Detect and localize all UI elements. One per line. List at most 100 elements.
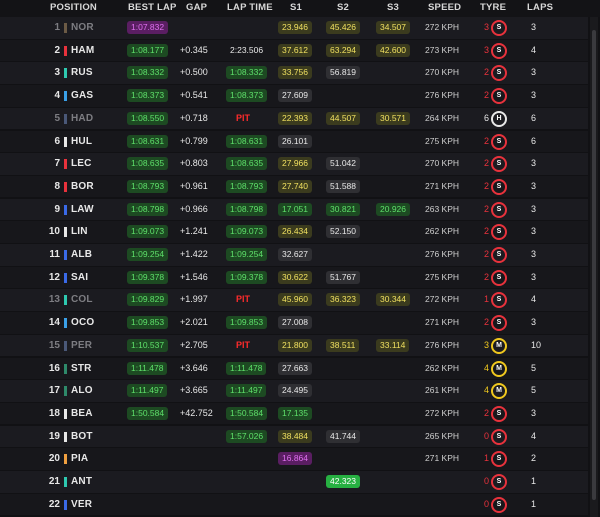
table-row[interactable]: 12 SAI 1:09.378 +1.546 1:09.378 30.622 51.767 2…: [0, 266, 588, 289]
sector-2-value: 36.323: [326, 293, 360, 307]
position-number: 19: [48, 430, 60, 442]
table-row[interactable]: 22 VER 0 S 1: [0, 493, 588, 516]
driver-code[interactable]: NOR: [71, 17, 94, 39]
tyre-laps: 4: [483, 362, 489, 373]
sector-2-value-cell: 41.744: [326, 429, 360, 443]
driver-code[interactable]: HAM: [71, 40, 94, 62]
sector-2-value: 52.150: [326, 225, 360, 239]
header-s3[interactable]: S3: [387, 2, 399, 13]
driver-code[interactable]: SAI: [71, 267, 88, 289]
sector-1-value-cell: 17.135: [278, 406, 312, 420]
driver-code[interactable]: STR: [71, 358, 92, 380]
table-row[interactable]: 18 BEA 1:50.584 +42.752 1:50.584 17.135 272 KP…: [0, 402, 588, 425]
driver-code[interactable]: LIN: [71, 221, 88, 243]
tyre-laps: 2: [483, 271, 489, 282]
driver-code[interactable]: VER: [71, 494, 92, 516]
best-lap-value-cell: 1:08.635: [127, 157, 169, 171]
sector-1-value: 27.609: [278, 89, 312, 103]
header-s1[interactable]: S1: [290, 2, 302, 13]
tyre-compound-icon: S: [491, 42, 507, 59]
lap-time-value-cell: 1:08.373: [226, 89, 268, 103]
driver-code[interactable]: PIA: [71, 448, 88, 470]
pit-indicator: PIT: [236, 339, 251, 350]
table-row[interactable]: 15 PER 1:10.537 +2.705 PIT 21.800 38.511 33.114…: [0, 334, 588, 357]
sector-2-value: 41.744: [326, 429, 360, 443]
team-color-bar: [64, 113, 67, 124]
table-row[interactable]: 5 HAD 1:08.550 +0.718 PIT 22.393 44.507 30.571 2…: [0, 107, 588, 130]
best-lap-value-cell: 1:08.550: [127, 111, 169, 125]
lap-time-value: 1:09.254: [226, 248, 268, 261]
driver-code[interactable]: ANT: [71, 471, 92, 493]
driver-code[interactable]: BEA: [71, 403, 93, 425]
tyre-laps: 1: [483, 453, 489, 464]
driver-code[interactable]: HAD: [71, 108, 93, 130]
lap-time-value: 1:08.631: [226, 134, 268, 148]
position-number: 20: [48, 453, 60, 465]
position-number: 22: [48, 498, 60, 510]
team-color-bar: [64, 431, 67, 442]
tyre-laps: 2: [483, 67, 489, 78]
header-speed[interactable]: SPEED: [428, 2, 461, 13]
best-lap-value: 1:08.631: [127, 134, 169, 148]
table-row[interactable]: 1 NOR 1:07.832 23.946 45.426 34.507 272 KPH 3 S 3: [0, 17, 588, 39]
gap-value: +0.961: [180, 180, 208, 191]
table-row[interactable]: 9 LAW 1:08.798 +0.966 1:08.798 17.051 30.821 20…: [0, 198, 588, 221]
driver-code[interactable]: BOT: [71, 426, 93, 448]
table-row[interactable]: 20 PIA 16.864 271 KPH 1 S 2: [0, 448, 588, 470]
best-lap-value: 1:08.550: [127, 111, 169, 125]
driver-code[interactable]: COL: [71, 289, 93, 311]
driver-code[interactable]: BOR: [71, 176, 94, 198]
driver-code[interactable]: LEC: [71, 153, 92, 175]
driver-code[interactable]: RUS: [71, 62, 93, 84]
best-lap-value: 1:08.332: [127, 66, 169, 80]
lap-time-value: 1:08.373: [226, 89, 268, 103]
speed-value: 276 KPH: [425, 339, 460, 350]
lap-time-value: 1:11.478: [226, 361, 267, 375]
tyre-compound-icon: S: [491, 133, 507, 150]
sector-1-value: 17.051: [278, 202, 312, 216]
header-lap-time[interactable]: LAP TIME: [227, 2, 273, 13]
table-row[interactable]: 19 BOT 1:57.026 38.484 41.744 265 KPH 0 S 4: [0, 425, 588, 448]
table-row[interactable]: 3 RUS 1:08.332 +0.500 1:08.332 33.756 56.819 27…: [0, 62, 588, 84]
sector-1-value: 21.800: [278, 338, 312, 352]
driver-code[interactable]: GAS: [71, 85, 93, 107]
table-row[interactable]: 17 ALO 1:11.497 +3.665 1:11.497 24.495 261 KPH…: [0, 380, 588, 402]
table-row[interactable]: 10 LIN 1:09.073 +1.241 1:09.073 26.434 52.150 2…: [0, 221, 588, 243]
driver-code[interactable]: LAW: [71, 199, 94, 221]
header-best-lap[interactable]: BEST LAP: [128, 2, 177, 13]
best-lap-value: 1:08.793: [127, 179, 169, 193]
best-lap-value-cell: 1:09.254: [127, 248, 169, 261]
best-lap-value-cell: 1:09.378: [127, 270, 169, 284]
table-row[interactable]: 13 COL 1:09.829 +1.997 PIT 45.960 36.323 30.344…: [0, 289, 588, 311]
driver-code[interactable]: OCO: [71, 312, 94, 334]
header-gap[interactable]: GAP: [186, 2, 207, 13]
scrollbar-thumb[interactable]: [592, 30, 596, 500]
best-lap-value-cell: 1:08.798: [127, 202, 169, 216]
best-lap-value-cell: 1:11.478: [127, 361, 168, 375]
speed-value: 272 KPH: [425, 407, 460, 418]
table-row[interactable]: 14 OCO 1:09.853 +2.021 1:09.853 27.008 271 KPH…: [0, 312, 588, 334]
position-number: 21: [48, 476, 60, 487]
tyre-compound-icon: S: [491, 20, 507, 36]
table-row[interactable]: 21 ANT 42.323 0 S 1: [0, 471, 588, 493]
best-lap-value: 1:09.829: [127, 293, 169, 307]
lap-time-value-cell: 1:50.584: [226, 406, 268, 420]
header-s2[interactable]: S2: [337, 2, 349, 13]
table-row[interactable]: 8 BOR 1:08.793 +0.961 1:08.793 27.740 51.588 27…: [0, 175, 588, 198]
driver-code[interactable]: HUL: [71, 131, 92, 153]
header-position[interactable]: POSITION: [50, 2, 97, 13]
table-row[interactable]: 6 HUL 1:08.631 +0.799 1:08.631 26.101 275 KPH 2…: [0, 130, 588, 153]
driver-code[interactable]: ALB: [71, 244, 92, 266]
gap-value: +0.345: [180, 44, 208, 55]
driver-code[interactable]: ALO: [71, 380, 93, 402]
driver-code[interactable]: PER: [71, 335, 92, 357]
table-row[interactable]: 2 HAM 1:08.177 +0.345 2:23.506 37.612 63.294 42…: [0, 39, 588, 62]
table-row[interactable]: 4 GAS 1:08.373 +0.541 1:08.373 27.609 276 KPH 2…: [0, 85, 588, 107]
header-tyre[interactable]: TYRE: [480, 2, 506, 13]
table-row[interactable]: 7 LEC 1:08.635 +0.803 1:08.635 27.966 51.042 27…: [0, 153, 588, 175]
pit-indicator: PIT: [236, 112, 251, 123]
gap-value: +3.665: [180, 385, 208, 396]
table-row[interactable]: 16 STR 1:11.478 +3.646 1:11.478 27.663 262 KPH…: [0, 357, 588, 380]
header-laps[interactable]: LAPS: [527, 2, 553, 13]
table-row[interactable]: 11 ALB 1:09.254 +1.422 1:09.254 32.627 276 KPH…: [0, 244, 588, 266]
